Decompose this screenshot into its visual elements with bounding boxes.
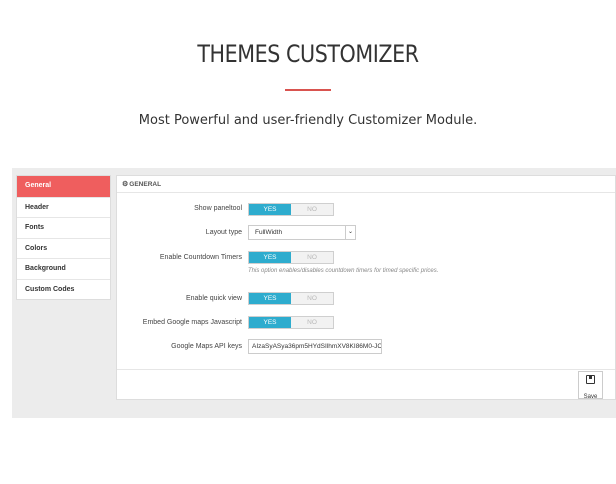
show-paneltool-label: Show paneltool: [194, 205, 242, 212]
countdown-no[interactable]: NO: [291, 252, 333, 263]
api-keys-label: Google Maps API keys: [171, 343, 242, 350]
google-maps-js-no[interactable]: NO: [291, 317, 333, 328]
google-maps-js-toggle: YES NO: [248, 316, 334, 329]
save-button[interactable]: Save: [578, 371, 603, 400]
panel-title: GENERAL: [129, 181, 162, 188]
customizer-screenshot: General Header Fonts Colors Background C…: [12, 168, 616, 418]
page-title: THEMES CUSTOMIZER: [197, 40, 419, 68]
countdown-label: Enable Countdown Timers: [159, 254, 242, 261]
general-panel: ⚙GENERAL Show paneltool YES NO Layout ty…: [116, 175, 616, 400]
google-maps-js-yes[interactable]: YES: [249, 317, 291, 328]
layout-type-label: Layout type: [205, 229, 242, 236]
layout-type-select[interactable]: FullWidth ⌄: [248, 225, 356, 240]
title-underline: [285, 89, 331, 91]
quick-view-yes[interactable]: YES: [249, 293, 291, 304]
panel-header: ⚙GENERAL: [117, 176, 615, 193]
save-label: Save: [583, 394, 598, 400]
gear-icon: ⚙: [122, 181, 129, 188]
page-subtitle: Most Powerful and user-friendly Customiz…: [138, 113, 478, 128]
chevron-down-icon: ⌄: [345, 226, 355, 239]
sidebar-item-general[interactable]: General: [17, 176, 110, 197]
api-keys-input[interactable]: [248, 339, 382, 354]
google-maps-js-label: Embed Google maps Javascript: [142, 319, 242, 326]
sidebar-item-background[interactable]: Background: [17, 258, 110, 279]
show-paneltool-toggle: YES NO: [248, 203, 334, 216]
countdown-toggle: YES NO: [248, 251, 334, 264]
show-paneltool-no[interactable]: NO: [291, 204, 333, 215]
footer-divider: [117, 369, 615, 370]
sidebar-item-custom-codes[interactable]: Custom Codes: [17, 278, 110, 300]
countdown-hint: This option enables/disables countdown t…: [248, 268, 439, 274]
countdown-yes[interactable]: YES: [249, 252, 291, 263]
save-icon: [586, 375, 595, 384]
quick-view-label: Enable quick view: [185, 295, 242, 302]
quick-view-toggle: YES NO: [248, 292, 334, 305]
settings-sidebar: General Header Fonts Colors Background C…: [16, 175, 111, 300]
sidebar-item-fonts[interactable]: Fonts: [17, 217, 110, 238]
quick-view-no[interactable]: NO: [291, 293, 333, 304]
sidebar-item-header[interactable]: Header: [17, 196, 110, 218]
sidebar-item-colors[interactable]: Colors: [17, 237, 110, 259]
show-paneltool-yes[interactable]: YES: [249, 204, 291, 215]
layout-type-value: FullWidth: [255, 229, 283, 236]
